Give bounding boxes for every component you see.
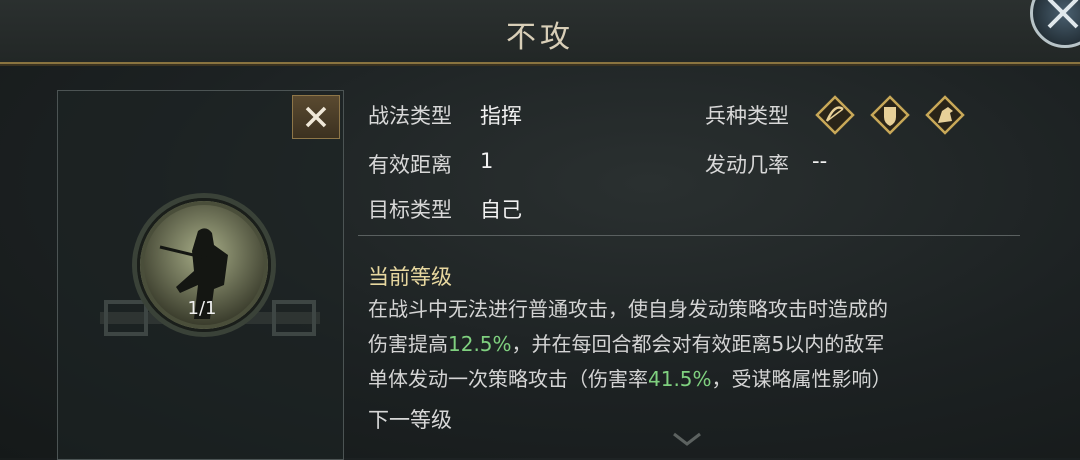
page-title: 不攻 bbox=[506, 20, 574, 55]
trigger-rate-label: 发动几率 bbox=[705, 153, 789, 177]
target-type-value: 自己 bbox=[480, 198, 522, 222]
unit-type-label: 兵种类型 bbox=[705, 104, 789, 128]
current-level-description: 在战斗中无法进行普通攻击，使自身发动策略攻击时造成的 伤害提高12.5%，并在每… bbox=[368, 292, 1018, 397]
range-label: 有效距离 bbox=[368, 153, 452, 177]
skill-level-text: 1/1 bbox=[187, 298, 217, 319]
section-divider bbox=[358, 235, 1020, 236]
tactic-type-value: 指挥 bbox=[480, 104, 522, 128]
next-level-title: 下一等级 bbox=[368, 408, 452, 432]
chevron-down-icon[interactable] bbox=[672, 432, 702, 446]
description-line-3: 单体发动一次策略攻击（伤害率41.5%，受谋略属性影响） bbox=[368, 367, 892, 391]
cavalry-icon bbox=[925, 95, 965, 135]
shield-infantry-icon bbox=[870, 95, 910, 135]
target-type-label: 目标类型 bbox=[368, 198, 452, 222]
trigger-rate-value: -- bbox=[812, 149, 828, 173]
tactic-type-label: 战法类型 bbox=[368, 104, 452, 128]
damage-bonus-value: 12.5% bbox=[448, 332, 512, 356]
title-bar: 不攻 bbox=[0, 0, 1080, 64]
close-icon bbox=[305, 106, 327, 128]
damage-rate-value: 41.5% bbox=[648, 367, 712, 391]
range-value: 1 bbox=[480, 149, 494, 173]
description-line-1: 在战斗中无法进行普通攻击，使自身发动策略攻击时造成的 bbox=[368, 297, 888, 321]
current-level-title: 当前等级 bbox=[368, 265, 452, 289]
archer-icon bbox=[815, 95, 855, 135]
description-line-2: 伤害提高12.5%，并在每回合都会对有效距离5以内的敌军 bbox=[368, 332, 885, 356]
close-button[interactable] bbox=[292, 95, 340, 139]
